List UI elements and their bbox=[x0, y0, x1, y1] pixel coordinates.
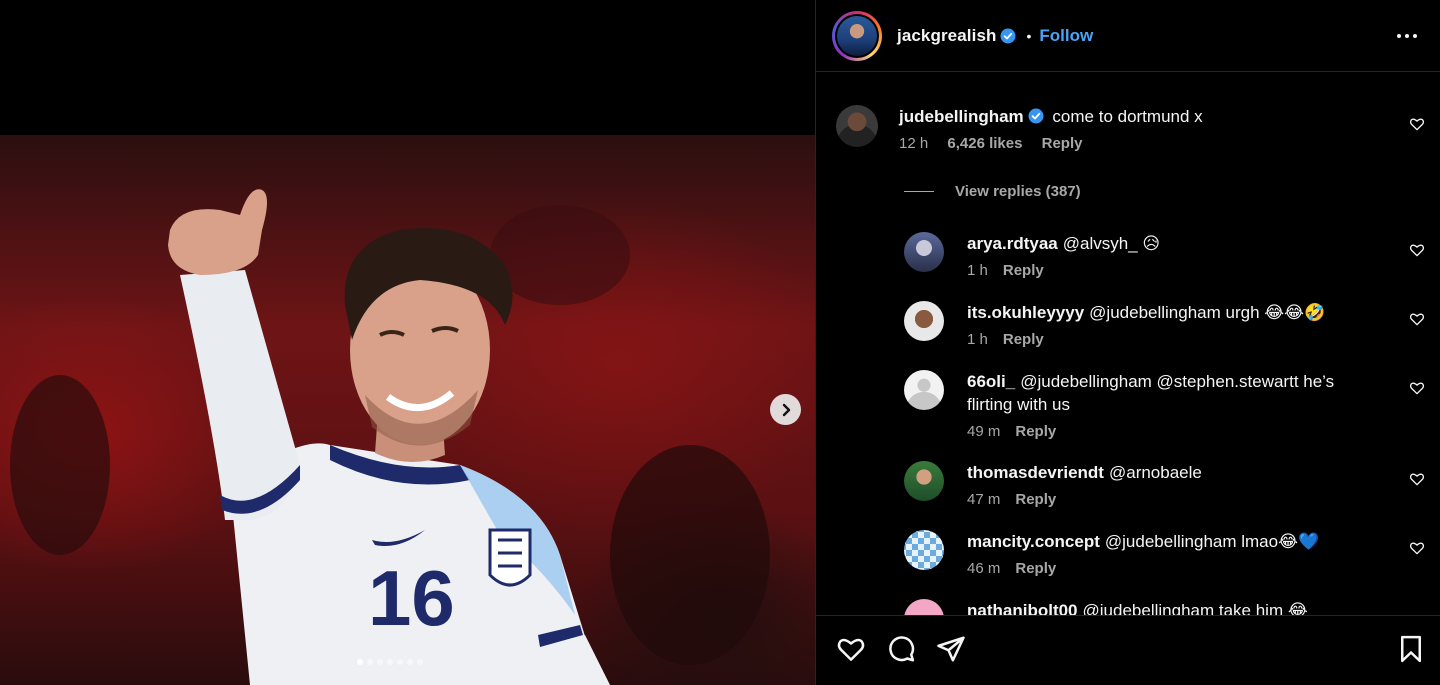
reply-text: @judebellingham urgh 😂😂🤣 bbox=[1089, 303, 1326, 322]
verified-badge-icon bbox=[1028, 108, 1044, 124]
comment-likes[interactable]: 6,426 likes bbox=[947, 135, 1022, 152]
like-reply-icon[interactable] bbox=[1409, 540, 1425, 556]
reply-username[interactable]: its.okuhleyyyy bbox=[967, 303, 1084, 322]
like-reply-icon[interactable] bbox=[1409, 311, 1425, 327]
carousel-dot[interactable] bbox=[367, 659, 373, 665]
like-reply-icon[interactable] bbox=[1409, 471, 1425, 487]
reply-body: thomasdevriendt @arnobaele 47 m Reply bbox=[967, 461, 1377, 508]
reply-text: @judebellingham take him 😂 bbox=[1082, 601, 1308, 615]
like-icon[interactable] bbox=[836, 634, 866, 664]
reply-username[interactable]: mancity.concept bbox=[967, 532, 1100, 551]
carousel-dot[interactable] bbox=[417, 659, 423, 665]
reply-time: 47 m bbox=[967, 491, 1001, 508]
avatar[interactable] bbox=[904, 530, 944, 570]
chevron-right-icon bbox=[782, 403, 790, 416]
comment-icon[interactable] bbox=[886, 634, 916, 664]
carousel-dot[interactable] bbox=[357, 659, 363, 665]
share-icon[interactable] bbox=[936, 634, 966, 664]
player-illustration: 16 bbox=[10, 189, 770, 685]
header-separator: • bbox=[1026, 27, 1032, 44]
reply-username[interactable]: 66oli_ bbox=[967, 372, 1015, 391]
avatar[interactable] bbox=[904, 370, 944, 410]
carousel-dot[interactable] bbox=[387, 659, 393, 665]
post-actions bbox=[816, 615, 1440, 685]
reply-text: @arnobaele bbox=[1108, 463, 1202, 482]
reply-time: 1 h bbox=[967, 331, 988, 348]
post-username[interactable]: jackgrealish bbox=[897, 26, 996, 46]
next-slide-button[interactable] bbox=[770, 394, 801, 425]
reply-body: arya.rdtyaa @alvsyh_ 😥 1 h Reply bbox=[967, 232, 1377, 279]
reply-button[interactable]: Reply bbox=[1015, 491, 1056, 508]
reply-button[interactable]: Reply bbox=[1003, 331, 1044, 348]
like-comment-icon[interactable] bbox=[1409, 116, 1425, 132]
like-reply-icon[interactable] bbox=[1409, 242, 1425, 258]
reply-text: @alvsyh_ 😥 bbox=[1062, 234, 1161, 253]
reply-username[interactable]: nathanjbolt00 bbox=[967, 601, 1078, 615]
post-photo: 16 bbox=[0, 135, 815, 685]
reply-body: mancity.concept @judebellingham lmao😂💙 46 … bbox=[967, 530, 1377, 577]
comment-username[interactable]: judebellingham bbox=[899, 107, 1024, 126]
carousel-dot[interactable] bbox=[397, 659, 403, 665]
post-media: 16 bbox=[0, 0, 815, 685]
reply-button[interactable]: Reply bbox=[1042, 135, 1083, 152]
follow-button[interactable]: Follow bbox=[1039, 26, 1093, 46]
reply-button[interactable]: Reply bbox=[1015, 423, 1056, 440]
reply-time: 46 m bbox=[967, 560, 1001, 577]
avatar[interactable] bbox=[904, 461, 944, 501]
more-options-icon[interactable] bbox=[1395, 26, 1419, 46]
reply-body: 66oli_ @judebellingham @stephen.stewartt … bbox=[967, 370, 1377, 440]
avatar[interactable] bbox=[904, 301, 944, 341]
verified-badge-icon bbox=[1000, 28, 1016, 43]
reply-text: @judebellingham @stephen.stewartt he’s f… bbox=[967, 372, 1335, 414]
reply-button[interactable]: Reply bbox=[1003, 262, 1044, 279]
reply-body: nathanjbolt00 @judebellingham take him 😂 bbox=[967, 599, 1377, 615]
avatar[interactable] bbox=[904, 599, 944, 615]
main-comment: judebellingham come to dortmund x 12 h 6… bbox=[899, 105, 1379, 152]
profile-avatar[interactable] bbox=[832, 10, 882, 61]
carousel-dot[interactable] bbox=[377, 659, 383, 665]
view-replies-button[interactable]: View replies (387) bbox=[904, 183, 1081, 200]
comments-panel: jackgrealish • Follow judebellingham com… bbox=[815, 0, 1440, 685]
reply-username[interactable]: arya.rdtyaa bbox=[967, 234, 1058, 253]
comment-time: 12 h bbox=[899, 135, 929, 152]
svg-text:16: 16 bbox=[368, 554, 455, 642]
avatar[interactable] bbox=[904, 232, 944, 272]
reply-time: 49 m bbox=[967, 423, 1001, 440]
reply-button[interactable]: Reply bbox=[1015, 560, 1056, 577]
view-replies-label: View replies (387) bbox=[955, 183, 1081, 200]
reply-body: its.okuhleyyyy @judebellingham urgh 😂😂🤣 1 … bbox=[967, 301, 1377, 348]
carousel-dot[interactable] bbox=[407, 659, 413, 665]
save-bookmark-icon[interactable] bbox=[1396, 634, 1426, 664]
reply-username[interactable]: thomasdevriendt bbox=[967, 463, 1104, 482]
avatar[interactable] bbox=[836, 105, 878, 147]
like-reply-icon[interactable] bbox=[1409, 380, 1425, 396]
post-header: jackgrealish • Follow bbox=[816, 0, 1440, 72]
comments-list[interactable]: judebellingham come to dortmund x 12 h 6… bbox=[816, 72, 1440, 615]
carousel-dots bbox=[357, 659, 423, 665]
comment-text: come to dortmund x bbox=[1052, 107, 1203, 126]
reply-text: @judebellingham lmao😂💙 bbox=[1104, 532, 1320, 551]
reply-time: 1 h bbox=[967, 262, 988, 279]
